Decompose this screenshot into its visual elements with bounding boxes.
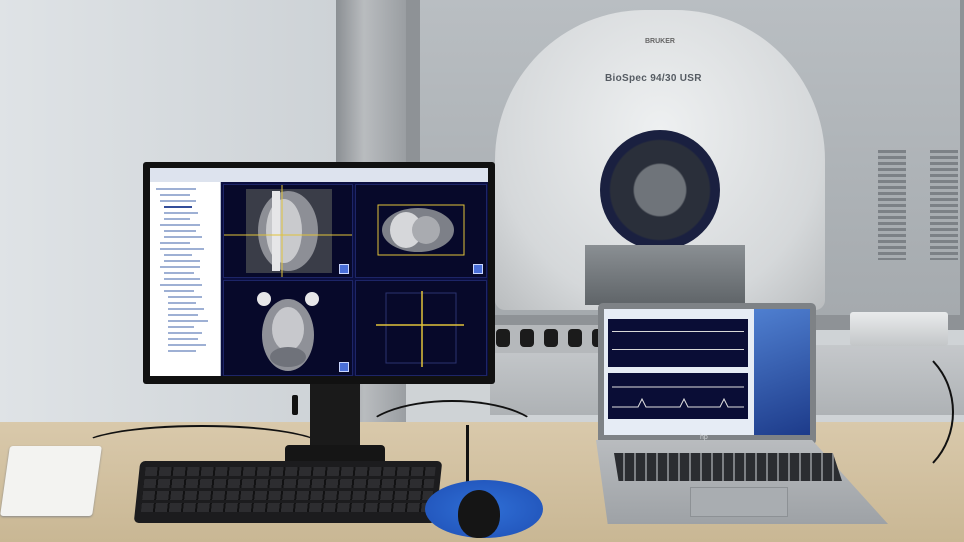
scanner-model-label: BioSpec 94/30 USR [605, 73, 702, 84]
viewport-coronal[interactable] [223, 280, 353, 376]
laptop-touchpad[interactable] [690, 487, 788, 517]
wall-vent [930, 150, 958, 260]
scanner-patient-table [585, 245, 745, 305]
mri-viewer-grid[interactable] [221, 182, 488, 376]
scanner-brand-logo: BRUKER [645, 38, 675, 45]
key-row[interactable] [140, 503, 432, 512]
power-plug [544, 329, 558, 347]
tree-item[interactable] [164, 290, 194, 292]
mri-slice-image [377, 204, 465, 256]
ecg-waveform [612, 386, 744, 408]
ecg-trace-panel[interactable] [608, 373, 748, 419]
tree-item[interactable] [168, 338, 198, 340]
mri-slice-image [257, 292, 319, 371]
tree-item[interactable] [164, 218, 190, 220]
tree-item[interactable] [168, 320, 208, 322]
viewport-3d[interactable] [355, 280, 487, 376]
keyboard-icon[interactable] [133, 461, 443, 523]
mri-scanner-bore [600, 130, 720, 250]
tree-item[interactable] [164, 254, 192, 256]
respiration-trace-panel[interactable] [608, 319, 748, 367]
tree-item[interactable] [160, 266, 200, 268]
mouse-icon[interactable] [458, 490, 500, 538]
mri-slice-image [224, 185, 352, 277]
monitor-cable [292, 395, 298, 415]
viewport-axial[interactable] [355, 184, 487, 278]
tree-item[interactable] [164, 272, 194, 274]
laptop-keyboard[interactable] [614, 453, 842, 481]
tree-item[interactable] [164, 236, 202, 238]
tree-item[interactable] [160, 200, 196, 202]
viewer-toolbar[interactable] [150, 168, 488, 183]
tree-item[interactable] [160, 284, 202, 286]
wall-vent [878, 150, 906, 260]
tree-item[interactable] [168, 344, 206, 346]
tree-item[interactable] [168, 332, 202, 334]
key-row[interactable] [142, 491, 434, 500]
tree-item[interactable] [160, 242, 190, 244]
tree-item[interactable] [168, 350, 196, 352]
tree-item[interactable] [156, 188, 196, 190]
tree-item[interactable] [164, 260, 200, 262]
key-row[interactable] [144, 467, 436, 476]
tree-item[interactable] [164, 278, 200, 280]
paper-notebook [0, 446, 102, 516]
signal-trace [612, 331, 744, 332]
power-plug [568, 329, 582, 347]
viewport-sagittal[interactable] [223, 184, 353, 278]
dataset-tree-panel[interactable] [150, 182, 221, 376]
viewport-settings-icon[interactable] [473, 264, 483, 274]
viewport-settings-icon[interactable] [339, 264, 349, 274]
desktop-wallpaper [754, 309, 810, 435]
monitor-screen[interactable] [150, 168, 488, 376]
tree-item[interactable] [164, 212, 198, 214]
tree-item[interactable] [160, 224, 200, 226]
tree-item[interactable] [160, 194, 190, 196]
cable [820, 340, 954, 484]
tree-item[interactable] [160, 248, 204, 250]
power-plug [496, 329, 510, 347]
orientation-crosshair [376, 291, 464, 367]
tree-item[interactable] [168, 308, 204, 310]
laptop-screen[interactable] [604, 309, 810, 435]
viewport-settings-icon[interactable] [339, 362, 349, 372]
physiological-monitor-app[interactable] [604, 309, 754, 435]
power-plug [520, 329, 534, 347]
key-row[interactable] [143, 479, 435, 488]
laptop-brand-logo: hp [700, 434, 708, 441]
tree-item-selected[interactable] [164, 206, 192, 208]
signal-trace [612, 349, 744, 350]
tree-item[interactable] [168, 302, 196, 304]
tree-item[interactable] [164, 230, 196, 232]
tree-item[interactable] [168, 314, 198, 316]
tree-item[interactable] [168, 326, 194, 328]
tree-item[interactable] [168, 296, 202, 298]
